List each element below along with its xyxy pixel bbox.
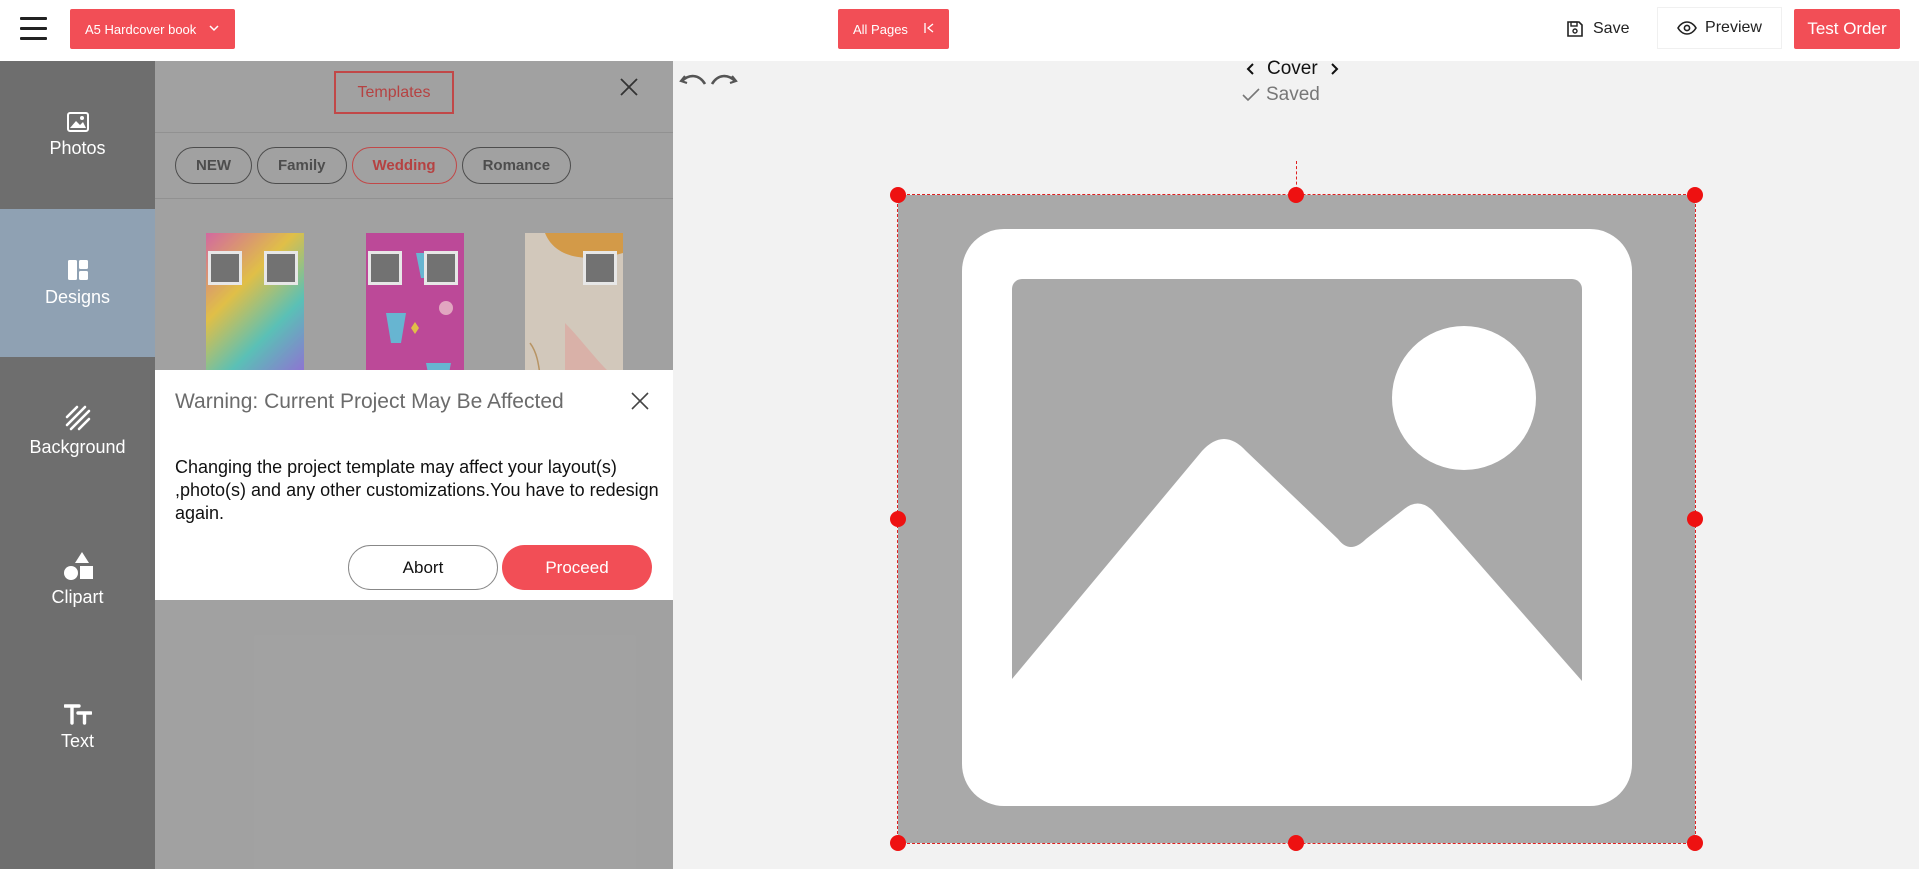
photo-placeholder-icon — [424, 251, 458, 285]
test-order-label: Test Order — [1807, 19, 1887, 38]
shapes-icon — [63, 551, 93, 580]
page-name: Cover — [1267, 58, 1318, 79]
resize-handle-top-right[interactable] — [1687, 187, 1703, 203]
chip-label: NEW — [196, 157, 231, 174]
test-order-button[interactable]: Test Order — [1794, 9, 1900, 49]
resize-handle-bottom-left[interactable] — [890, 835, 906, 851]
sidebar-item-label: Background — [29, 436, 126, 457]
category-chips: NEW Family Wedding Romance — [175, 147, 572, 184]
chip-label: Romance — [482, 157, 551, 174]
proceed-label: Proceed — [545, 557, 609, 577]
chip-label: Wedding — [372, 157, 436, 174]
redo-icon[interactable] — [710, 72, 738, 90]
chevron-left-icon — [1246, 63, 1254, 75]
page-navigator: Cover — [1245, 58, 1340, 80]
sidebar-item-label: Photos — [49, 137, 106, 158]
next-page-button[interactable] — [1328, 62, 1340, 76]
previous-page-button[interactable] — [1245, 62, 1257, 76]
sidebar-item-text[interactable]: Text — [0, 653, 155, 801]
undo-icon[interactable] — [679, 72, 707, 90]
chip-label: Family — [278, 157, 326, 174]
proceed-button[interactable]: Proceed — [502, 545, 652, 590]
abort-button[interactable]: Abort — [348, 545, 498, 590]
photo-placeholder-icon — [368, 251, 402, 285]
photo-placeholder-icon — [208, 251, 242, 285]
sidebar-item-designs[interactable]: Designs — [0, 209, 155, 357]
resize-handle-bottom-right[interactable] — [1687, 835, 1703, 851]
dialog-message: Changing the project template may affect… — [175, 457, 659, 523]
text-icon — [63, 703, 92, 725]
image-icon — [66, 111, 89, 132]
eye-icon — [1677, 21, 1697, 35]
sidebar-item-label: Designs — [44, 286, 111, 307]
photo-placeholder-icon — [583, 251, 617, 285]
photo-placeholder-frame[interactable] — [897, 194, 1696, 844]
resize-handle-left[interactable] — [890, 511, 906, 527]
tool-sidebar: Photos Designs Background Clipart Text — [0, 61, 155, 869]
chevron-right-icon — [1330, 63, 1339, 75]
all-pages-label: All Pages — [853, 21, 908, 37]
chip-wedding[interactable]: Wedding — [351, 147, 457, 184]
save-label: Save — [1593, 20, 1630, 37]
image-placeholder-icon — [962, 229, 1632, 806]
sidebar-item-photos[interactable]: Photos — [0, 61, 155, 209]
resize-handle-right[interactable] — [1687, 511, 1703, 527]
resize-handle-top-left[interactable] — [890, 187, 906, 203]
warning-dialog: Warning: Current Project May Be Affected… — [155, 370, 673, 600]
save-button[interactable]: Save — [1566, 14, 1629, 44]
photo-placeholder-icon — [264, 251, 298, 285]
save-disk-icon — [1567, 21, 1583, 37]
preview-button[interactable]: Preview — [1658, 8, 1781, 48]
chip-family[interactable]: Family — [257, 147, 347, 184]
templates-panel-header: Templates — [155, 61, 673, 133]
resize-handle-top[interactable] — [1288, 187, 1304, 203]
layout-icon — [67, 259, 88, 280]
sidebar-item-clipart[interactable]: Clipart — [0, 505, 155, 653]
dialog-title: Warning: Current Project May Be Affected — [175, 390, 564, 413]
sidebar-item-label: Text — [60, 730, 94, 751]
product-selector-label: A5 Hardcover book — [85, 21, 197, 37]
product-selector-button[interactable]: A5 Hardcover book — [70, 9, 235, 49]
hamburger-menu-icon[interactable] — [20, 17, 47, 41]
all-pages-button[interactable]: All Pages — [838, 9, 949, 49]
sidebar-item-label: Clipart — [51, 586, 104, 607]
tab-templates[interactable]: Templates — [334, 71, 454, 114]
save-status-label: Saved — [1266, 84, 1320, 105]
resize-handle-bottom[interactable] — [1288, 835, 1304, 851]
chevron-down-icon — [209, 25, 219, 32]
divider — [155, 198, 673, 199]
close-icon[interactable] — [631, 392, 649, 410]
preview-label: Preview — [1705, 19, 1762, 36]
chip-romance[interactable]: Romance — [461, 147, 572, 184]
chip-new[interactable]: NEW — [175, 147, 252, 184]
abort-label: Abort — [402, 557, 444, 577]
top-bar: A5 Hardcover book All Pages Save Preview… — [0, 0, 1919, 61]
sidebar-item-background[interactable]: Background — [0, 357, 155, 505]
tab-templates-label: Templates — [357, 83, 431, 101]
save-status: Saved — [1242, 84, 1320, 106]
hatch-icon — [65, 405, 90, 430]
collapse-left-icon — [924, 23, 934, 33]
close-icon[interactable] — [620, 78, 638, 96]
checkmark-icon — [1242, 88, 1260, 102]
